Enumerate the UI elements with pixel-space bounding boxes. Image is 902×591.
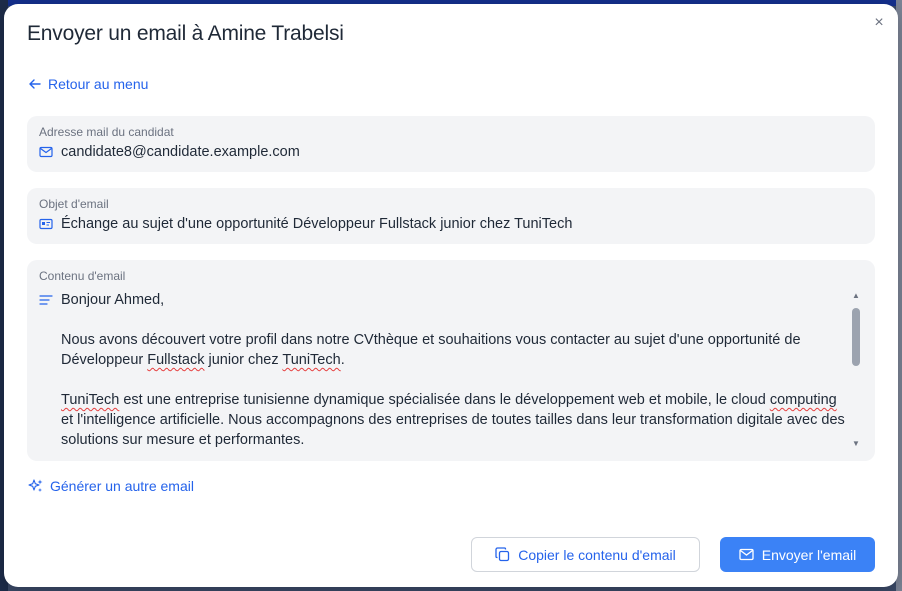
copy-content-label: Copier le contenu d'email: [518, 546, 676, 563]
generate-another-email-link[interactable]: Générer un autre email: [28, 478, 194, 494]
email-greeting: Bonjour Ahmed,: [61, 292, 165, 308]
email-content-label: Contenu d'email: [39, 269, 126, 283]
candidate-email-value[interactable]: candidate8@candidate.example.com: [61, 144, 300, 160]
email-subject-label: Objet d'email: [39, 197, 109, 211]
copy-icon: [495, 547, 510, 562]
scroll-up-icon[interactable]: ▲: [852, 290, 860, 302]
candidate-email-field[interactable]: Adresse mail du candidat candidate8@cand…: [27, 116, 875, 172]
subject-card-icon: [39, 218, 53, 230]
close-button[interactable]: ×: [870, 14, 888, 32]
content-scrollbar[interactable]: ▲ ▼: [849, 290, 863, 450]
envelope-send-icon: [739, 548, 754, 561]
scroll-thumb[interactable]: [852, 308, 860, 366]
scroll-down-icon[interactable]: ▼: [852, 438, 860, 450]
generate-another-email-label: Générer un autre email: [50, 478, 194, 494]
copy-content-button[interactable]: Copier le contenu d'email: [471, 537, 700, 572]
send-email-button[interactable]: Envoyer l'email: [720, 537, 875, 572]
arrow-left-icon: [29, 79, 41, 89]
email-content-field[interactable]: Contenu d'email Bonjour Ahmed, Nous avon…: [27, 260, 875, 461]
scroll-track[interactable]: [849, 302, 863, 438]
email-subject-value[interactable]: Échange au sujet d'une opportunité Dével…: [61, 216, 572, 232]
close-icon: ×: [874, 14, 884, 31]
email-subject-field[interactable]: Objet d'email Échange au sujet d'une opp…: [27, 188, 875, 244]
sparkles-icon: [28, 479, 43, 492]
envelope-icon: [39, 146, 53, 158]
email-content-text: Bonjour Ahmed, Nous avons découvert votr…: [61, 290, 849, 450]
back-to-menu-label: Retour au menu: [48, 76, 149, 92]
send-email-modal: × Envoyer un email à Amine Trabelsi Reto…: [4, 4, 898, 587]
send-email-label: Envoyer l'email: [761, 546, 857, 563]
email-content-textarea[interactable]: Bonjour Ahmed, Nous avons découvert votr…: [39, 290, 849, 450]
modal-title: Envoyer un email à Amine Trabelsi: [27, 22, 344, 45]
email-paragraph-1: Nous avons découvert votre profil dans n…: [61, 332, 801, 368]
back-to-menu-link[interactable]: Retour au menu: [28, 76, 148, 92]
text-lines-icon: [39, 295, 53, 305]
candidate-email-label: Adresse mail du candidat: [39, 125, 174, 139]
email-paragraph-2: TuniTech est une entreprise tunisienne d…: [61, 392, 845, 448]
